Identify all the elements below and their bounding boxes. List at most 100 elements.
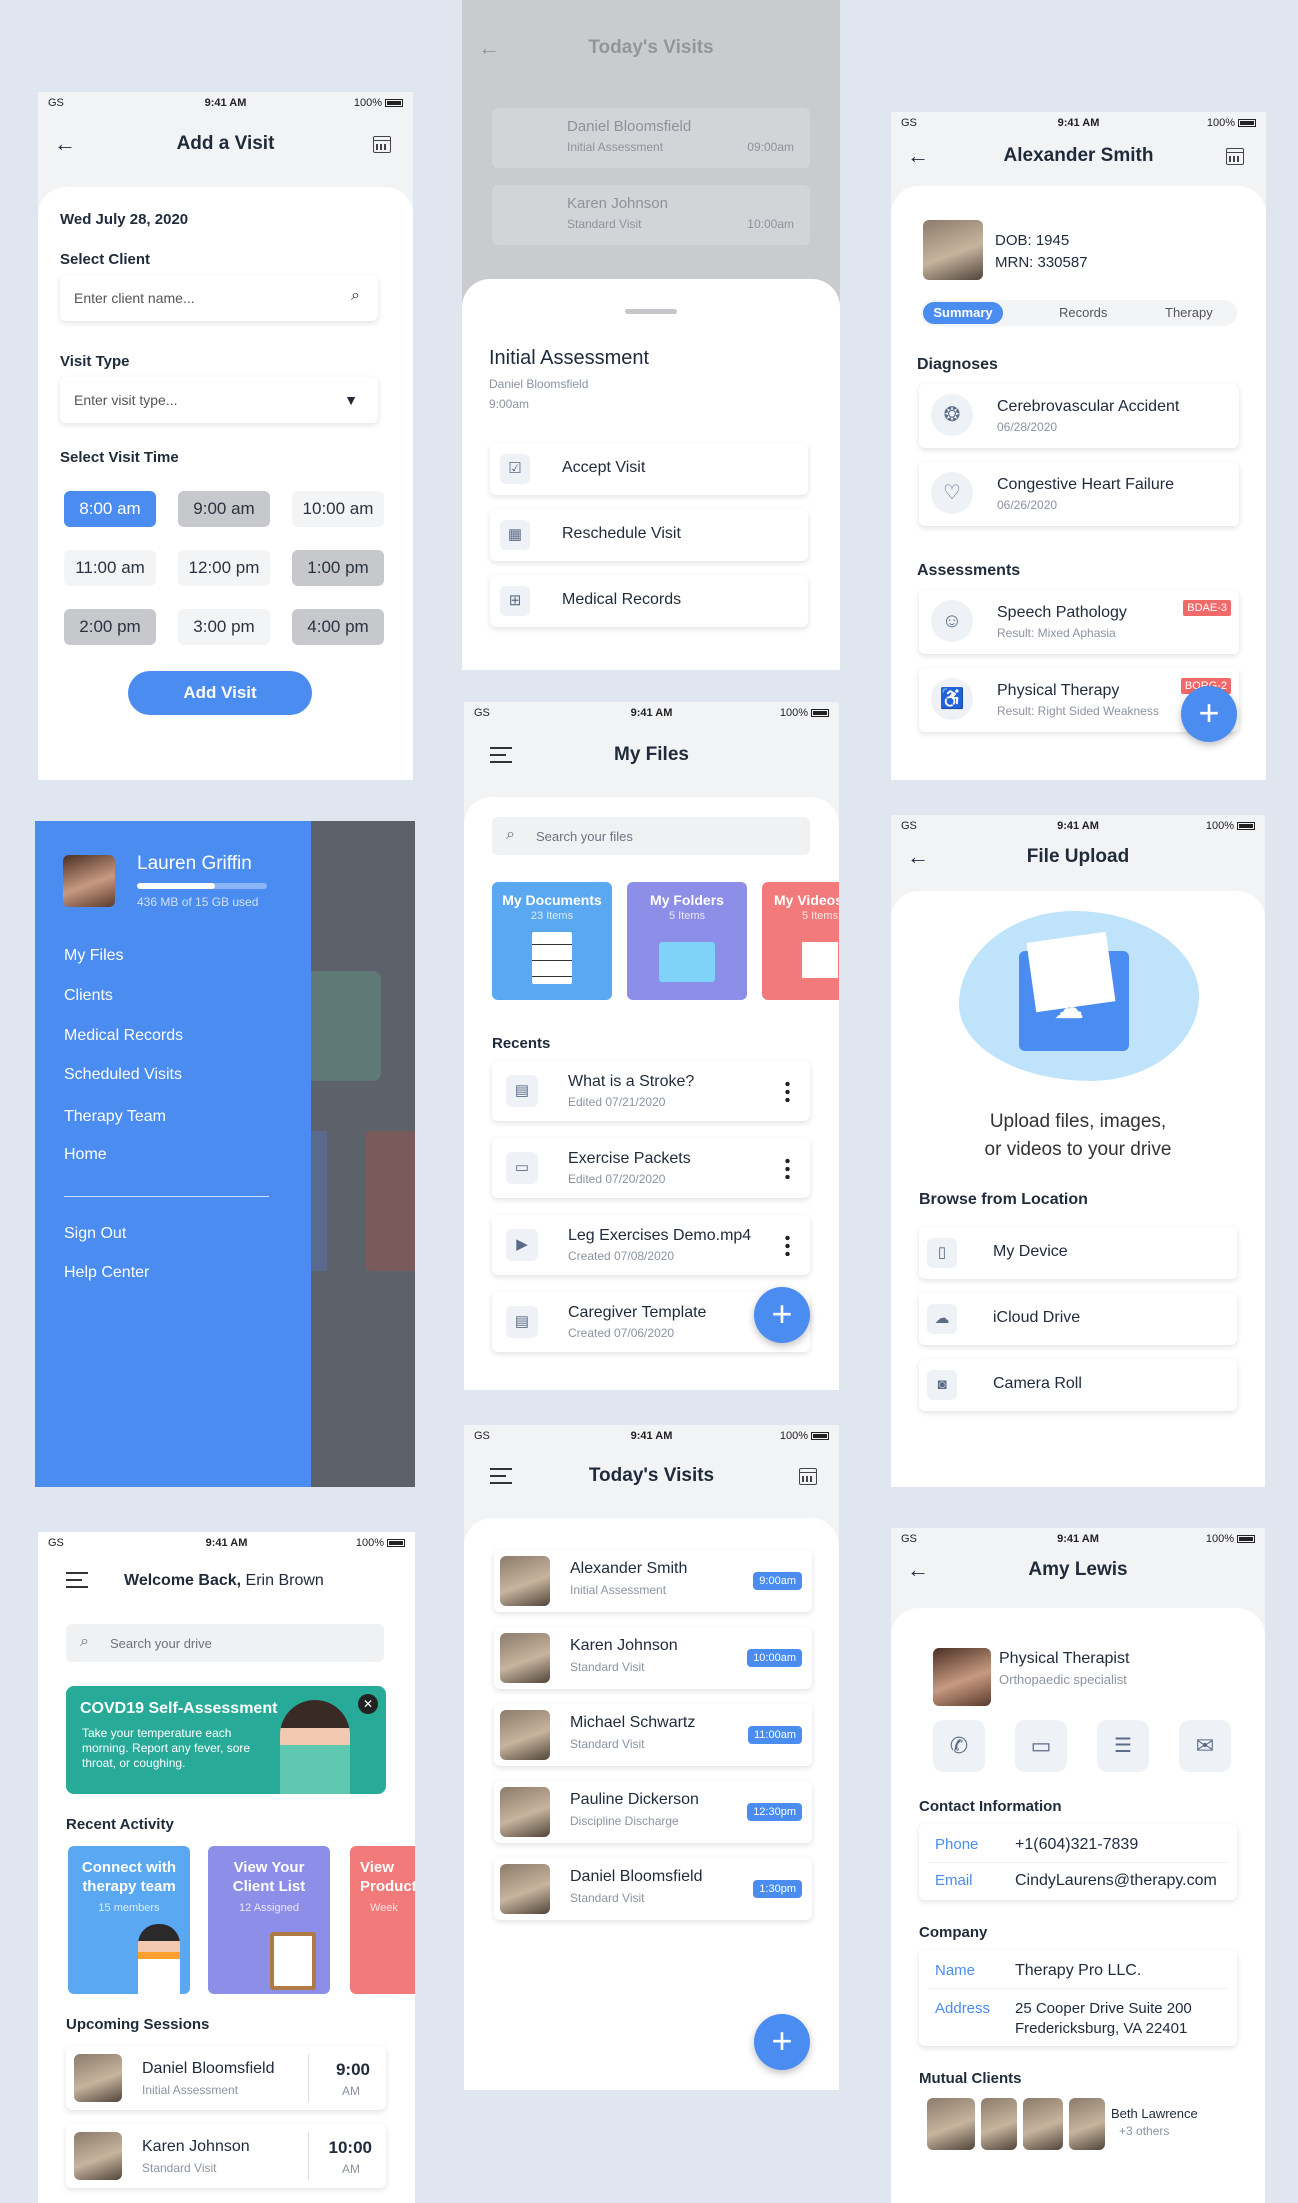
client-input[interactable]: Enter client name... ⌕	[60, 275, 378, 321]
folder-card[interactable]: My Folders 5 Items	[627, 882, 747, 1000]
activity-card[interactable]: Connect with therapy team 15 members	[68, 1846, 190, 1994]
menu-item-my-files[interactable]: My Files	[64, 947, 124, 965]
accept-visit-button[interactable]: ☑ Accept Visit	[490, 443, 808, 495]
menu-icon[interactable]	[490, 747, 512, 763]
storage-bar	[137, 883, 267, 889]
type-select[interactable]: Enter visit type... ▼	[60, 377, 378, 423]
page-title: Add a Visit	[176, 133, 275, 154]
phone-icon: ▯	[927, 1238, 957, 1268]
nurse-illustration	[280, 1700, 350, 1794]
covid-card[interactable]: COVD19 Self-Assessment Take your tempera…	[66, 1686, 386, 1794]
email-value[interactable]: CindyLaurens@therapy.com	[1015, 1872, 1217, 1890]
menu-item-clients[interactable]: Clients	[64, 987, 113, 1005]
help-center-link[interactable]: Help Center	[64, 1264, 149, 1282]
time-slot[interactable]: 3:00 pm	[178, 609, 270, 645]
time-badge: 1:30pm	[753, 1880, 802, 1898]
calendar-icon: ▦	[500, 520, 530, 550]
phone-icon[interactable]: ✆	[933, 1720, 985, 1772]
contact-info-card: Phone +1(604)321-7839 Email CindyLaurens…	[919, 1824, 1237, 1900]
file-upload-screen: GS 9:41 AM 100% ← File Upload ☁ Upload file…	[891, 815, 1265, 1487]
back-icon[interactable]: ←	[907, 837, 929, 877]
time-slot[interactable]: 4:00 pm	[292, 609, 384, 645]
activity-card[interactable]: View ProductsWeek	[350, 1846, 415, 1994]
location-my-device[interactable]: ▯ My Device	[919, 1227, 1237, 1279]
time-slot[interactable]: 8:00 am	[64, 491, 156, 527]
time-slot[interactable]: 9:00 am	[178, 491, 270, 527]
email-icon[interactable]: ✉	[1179, 1720, 1231, 1772]
search-input[interactable]: ⌕ Search your drive	[66, 1624, 384, 1662]
visit-row[interactable]: Daniel Bloomsfield Standard Visit 1:30pm	[494, 1858, 812, 1920]
more-icon[interactable]	[785, 1234, 790, 1256]
list-item[interactable]: ☺ Speech Pathology Result: Mixed Aphasia BD…	[919, 590, 1239, 654]
list-item[interactable]: ▭ Exercise Packets Edited 07/20/2020	[492, 1138, 810, 1198]
visit-row[interactable]: Pauline Dickerson Discipline Discharge 12:…	[494, 1781, 812, 1843]
phone-value[interactable]: +1(604)321-7839	[1015, 1836, 1138, 1854]
add-button[interactable]: +	[754, 2014, 810, 2070]
visit-actions-screen: ← Today's Visits Daniel Bloomsfield Initi…	[462, 0, 840, 670]
folder-card[interactable]: My Videos 5 Items	[762, 882, 839, 1000]
activity-card[interactable]: View Your Client List 12 Assigned	[208, 1846, 330, 1994]
time-slot[interactable]: 10:00 am	[292, 491, 384, 527]
more-icon[interactable]	[785, 1157, 790, 1179]
time-slot[interactable]: 2:00 pm	[64, 609, 156, 645]
session-row[interactable]: Karen Johnson Standard Visit 10:00 AM	[66, 2124, 386, 2188]
folder-card[interactable]: My Documents 23 Items	[492, 882, 612, 1000]
patient-dob: DOB: 1945	[995, 232, 1070, 249]
list-item[interactable]: ♡ Congestive Heart Failure 06/26/2020	[919, 462, 1239, 526]
back-icon[interactable]: ←	[907, 136, 929, 176]
menu-item-medical-records[interactable]: Medical Records	[64, 1027, 183, 1045]
calendar-icon[interactable]	[1226, 148, 1244, 165]
time-slot[interactable]: 11:00 am	[64, 550, 156, 586]
menu-item-therapy-team[interactable]: Therapy Team	[64, 1108, 166, 1126]
time-slot[interactable]: 12:00 pm	[178, 550, 270, 586]
add-visit-button[interactable]: Add Visit	[128, 671, 312, 715]
document-icon: ▤	[506, 1075, 538, 1107]
sheet-client: Daniel Bloomsfield	[489, 377, 589, 391]
back-icon[interactable]: ←	[54, 124, 76, 164]
add-button[interactable]: +	[1181, 686, 1237, 742]
avatar	[1023, 2098, 1063, 2150]
message-icon[interactable]: ☰	[1097, 1720, 1149, 1772]
avatar	[74, 2054, 122, 2102]
menu-item-home[interactable]: Home	[64, 1146, 107, 1164]
content-sheet: Wed July 28, 2020 Select Client Enter cl…	[38, 187, 413, 780]
tab-therapy[interactable]: Therapy	[1165, 305, 1213, 320]
welcome-text: Welcome Back, Erin Brown	[124, 1572, 324, 1589]
visit-row[interactable]: Michael Schwartz Standard Visit 11:00am	[494, 1704, 812, 1766]
menu-icon[interactable]	[490, 1468, 512, 1484]
tab-summary[interactable]: Summary	[923, 302, 1003, 324]
avatar	[63, 855, 115, 907]
session-row[interactable]: Daniel Bloomsfield Initial Assessment 9:00…	[66, 2046, 386, 2110]
search-input[interactable]: ⌕ Search your files	[492, 817, 810, 855]
contact-role: Physical Therapist	[999, 1650, 1130, 1667]
location-icloud[interactable]: ☁ iCloud Drive	[919, 1293, 1237, 1345]
menu-icon[interactable]	[66, 1572, 88, 1588]
list-item[interactable]: ❂ Cerebrovascular Accident 06/28/2020	[919, 384, 1239, 448]
back-icon[interactable]: ←	[907, 1550, 929, 1590]
tab-bar: Summary Records Therapy	[921, 300, 1237, 326]
list-item[interactable]: ▶ Leg Exercises Demo.mp4 Created 07/08/202…	[492, 1215, 810, 1275]
reschedule-visit-button[interactable]: ▦ Reschedule Visit	[490, 509, 808, 561]
time-slot[interactable]: 1:00 pm	[292, 550, 384, 586]
add-button[interactable]: +	[754, 1287, 810, 1343]
patient-mrn: MRN: 330587	[995, 254, 1088, 271]
more-icon[interactable]	[785, 1080, 790, 1102]
camera-icon: ◙	[927, 1370, 957, 1400]
calendar-icon[interactable]	[799, 1468, 817, 1485]
location-camera-roll[interactable]: ◙ Camera Roll	[919, 1359, 1237, 1411]
diagnoses-label: Diagnoses	[917, 356, 998, 373]
video-call-icon[interactable]: ▭	[1015, 1720, 1067, 1772]
calendar-icon[interactable]	[373, 136, 391, 153]
visit-row[interactable]: Karen Johnson Standard Visit 10:00am	[494, 1627, 812, 1689]
status-bar: GS 9:41 AM 100%	[38, 92, 413, 114]
visit-row[interactable]: Alexander Smith Initial Assessment 9:00am	[494, 1550, 812, 1612]
close-icon[interactable]: ✕	[358, 1694, 378, 1714]
menu-item-scheduled-visits[interactable]: Scheduled Visits	[64, 1066, 182, 1084]
sign-out-link[interactable]: Sign Out	[64, 1225, 126, 1243]
avatar	[1069, 2098, 1105, 2150]
upload-message-2: or videos to your drive	[984, 1139, 1172, 1160]
list-item[interactable]: ▤ What is a Stroke? Edited 07/21/2020	[492, 1061, 810, 1121]
tab-records[interactable]: Records	[1059, 305, 1107, 320]
medical-records-button[interactable]: ⊞ Medical Records	[490, 575, 808, 627]
sheet-handle[interactable]	[625, 309, 677, 314]
